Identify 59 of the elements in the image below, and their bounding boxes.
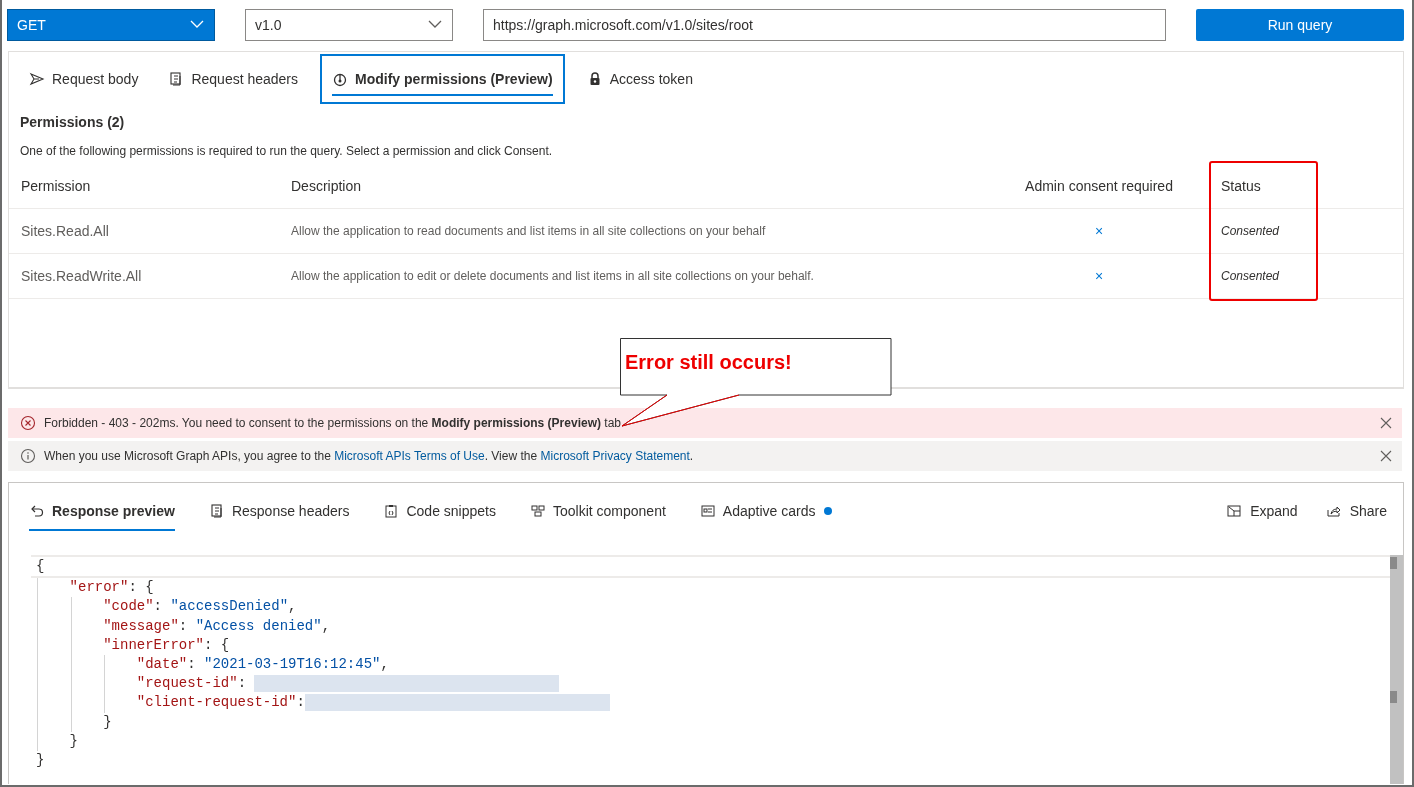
tab[interactable]: Access token bbox=[578, 59, 701, 99]
version-dropdown[interactable]: v1.0 bbox=[245, 9, 453, 41]
document-icon bbox=[208, 503, 225, 519]
message-text: When you use Microsoft Graph APIs, you agree to the Microsoft APIs Terms of Use. View the Microsoft Privacy Statement. bbox=[44, 449, 695, 463]
code-line: } bbox=[36, 751, 45, 768]
status-text: Consented bbox=[1221, 269, 1280, 283]
permission-name: Sites.Read.All bbox=[21, 223, 109, 239]
code-line: "client-request-id": bbox=[136, 694, 610, 711]
share-button[interactable]: Share bbox=[1325, 503, 1387, 519]
close-icon[interactable] bbox=[1380, 417, 1392, 429]
run-query-button[interactable]: Run query bbox=[1196, 9, 1404, 41]
callout-text: Error still occurs! bbox=[625, 351, 792, 374]
scrollbar[interactable] bbox=[1390, 555, 1403, 784]
permissions-title: Permissions (2) bbox=[20, 114, 126, 130]
indicator-dot bbox=[824, 507, 833, 515]
card-icon bbox=[699, 503, 716, 519]
admin-consent-mark: × bbox=[1094, 268, 1104, 284]
blocks-icon bbox=[530, 503, 546, 519]
column-header: Admin consent required bbox=[1025, 178, 1173, 194]
instructions-text: One of the following permissions is required to run the query. Select a permission and click Consent. bbox=[20, 144, 554, 158]
message-text: Forbidden - 403 - 202ms. You need to consent to the permissions on the Modify permissions (Preview) tab bbox=[44, 416, 622, 430]
tab[interactable]: Modify permissions (Preview) bbox=[320, 54, 565, 104]
tab[interactable]: Response preview bbox=[21, 491, 183, 531]
permission-description: Allow the application to edit or delete documents and list items in all site collections on your behalf. bbox=[291, 269, 814, 283]
tab[interactable]: Response headers bbox=[200, 491, 358, 531]
admin-consent-mark: × bbox=[1094, 223, 1104, 239]
permission-name: Sites.ReadWrite.All bbox=[21, 268, 142, 284]
error-icon bbox=[20, 415, 36, 431]
permission-description: Allow the application to read documents and list items in all site collections on your behalf bbox=[291, 224, 766, 238]
code-line: "date": "2021-03-19T16:12:45", bbox=[136, 655, 389, 672]
code-line: } bbox=[103, 713, 112, 730]
code-line: { bbox=[36, 558, 45, 574]
column-header: Description bbox=[291, 178, 362, 194]
status-text: Consented bbox=[1221, 224, 1280, 238]
column-header: Permission bbox=[21, 178, 91, 194]
expand-button[interactable]: Expand bbox=[1226, 503, 1298, 519]
url-field[interactable]: https://graph.microsoft.com/v1.0/sites/root bbox=[483, 9, 1166, 41]
code-line: "innerError": { bbox=[103, 636, 230, 653]
tab[interactable]: Code snippets bbox=[375, 491, 504, 531]
send-icon bbox=[29, 71, 45, 87]
undo-arrow-icon bbox=[29, 503, 45, 519]
tab[interactable]: Toolkit component bbox=[522, 491, 674, 531]
tab[interactable]: Adaptive cards bbox=[691, 491, 841, 531]
method-dropdown[interactable]: GET bbox=[7, 9, 215, 41]
code-line: "request-id": bbox=[136, 675, 560, 692]
code-line: } bbox=[69, 732, 78, 749]
tab[interactable]: Request headers bbox=[160, 59, 307, 99]
code-line: "code": "accessDenied", bbox=[103, 598, 297, 615]
column-header: Status bbox=[1221, 178, 1261, 194]
link[interactable]: Microsoft Privacy Statement bbox=[540, 449, 690, 463]
info-icon bbox=[20, 448, 36, 464]
expand-icon bbox=[1226, 503, 1243, 519]
lock-circle-icon bbox=[332, 71, 349, 87]
code-line: "error": { bbox=[69, 579, 154, 596]
close-icon[interactable] bbox=[1380, 450, 1392, 462]
tab[interactable]: Request body bbox=[21, 59, 147, 99]
clipboard-icon bbox=[383, 503, 400, 519]
code-line: "message": "Access denied", bbox=[103, 617, 331, 634]
link[interactable]: Microsoft APIs Terms of Use bbox=[334, 449, 485, 463]
